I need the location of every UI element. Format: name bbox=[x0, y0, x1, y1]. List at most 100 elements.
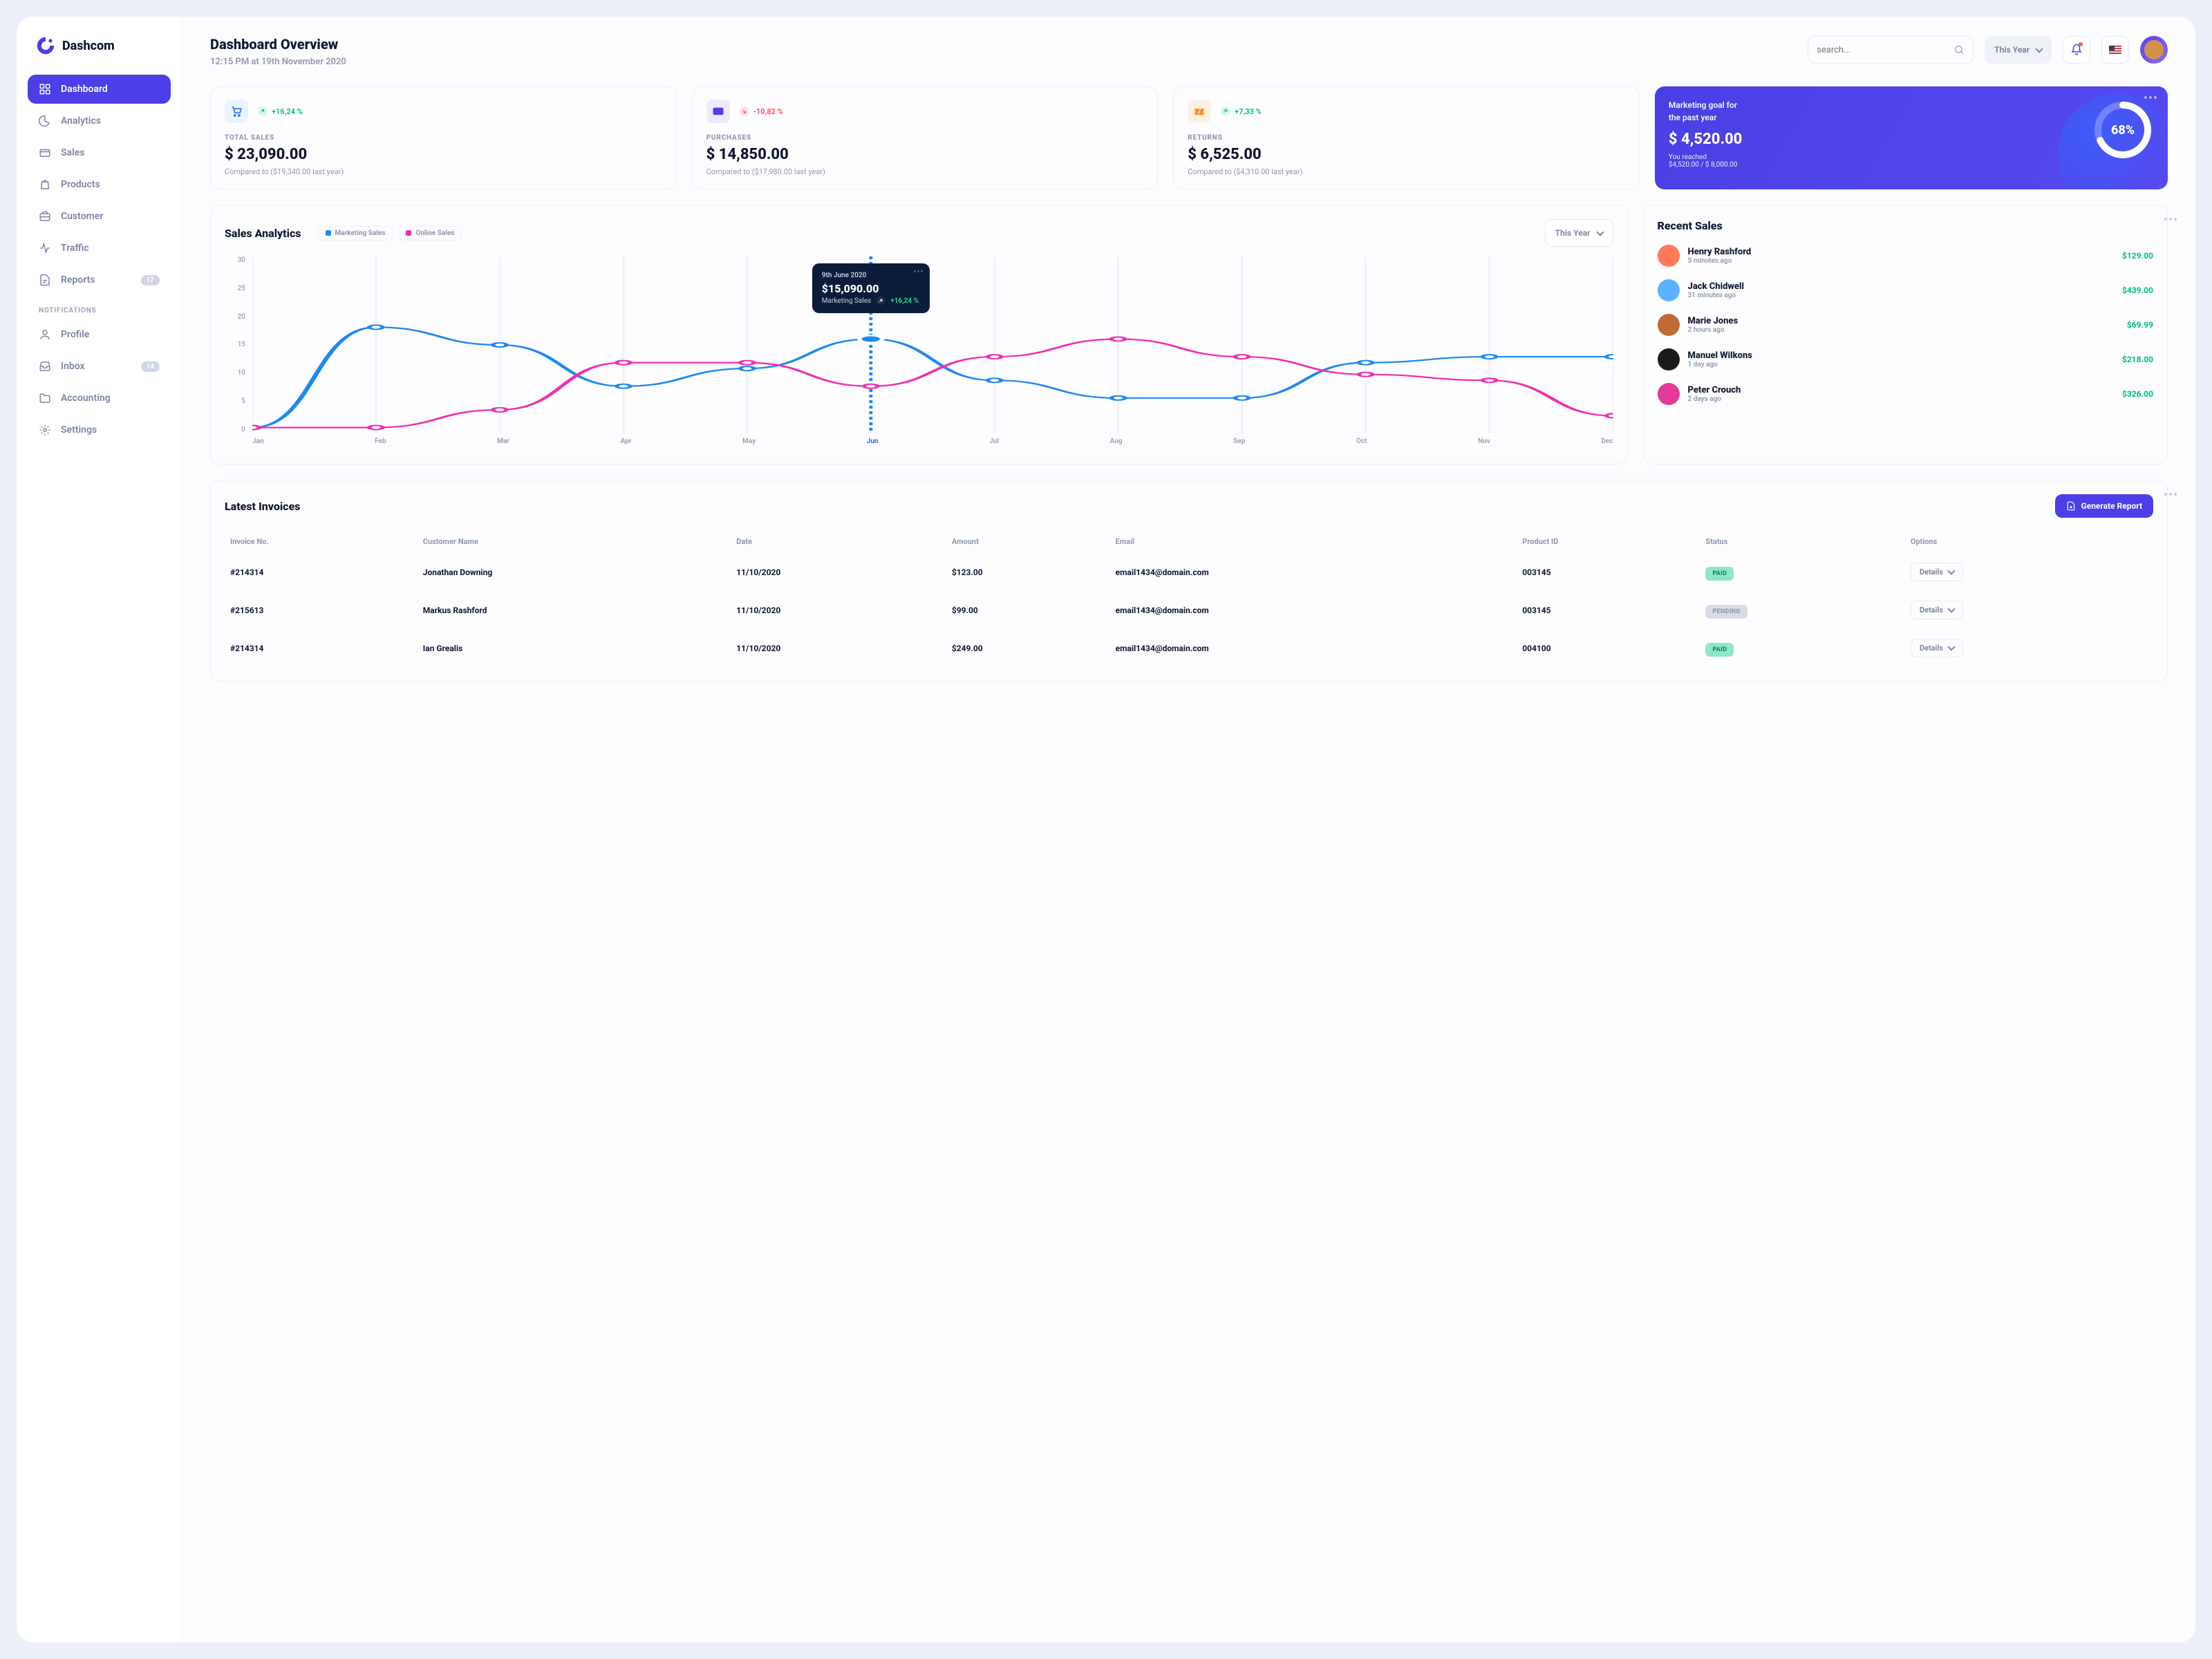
page-subtitle: 12:15 PM at 19th November 2020 bbox=[210, 57, 346, 67]
table-header: Email bbox=[1110, 530, 1517, 553]
generate-report-button[interactable]: Generate Report bbox=[2055, 494, 2153, 518]
sidebar-item-accounting[interactable]: Accounting bbox=[28, 384, 171, 413]
table-header: Customer Name bbox=[418, 530, 731, 553]
stat-compare: Compared to ($19,340.00 last year) bbox=[225, 167, 662, 176]
logo-icon bbox=[36, 36, 55, 55]
brand-logo[interactable]: Dashcom bbox=[28, 36, 171, 75]
table-row: #215613 Markus Rashford 11/10/2020 $99.0… bbox=[225, 591, 2153, 629]
download-icon bbox=[2066, 501, 2076, 511]
customer-name: Ian Grealis bbox=[418, 629, 731, 667]
pie-icon bbox=[39, 115, 51, 127]
invoices-title: Latest Invoices bbox=[225, 500, 300, 513]
more-icon[interactable] bbox=[2164, 493, 2177, 496]
sales-analytics-chart: 302520151050 9th June 2020 $15,090.00 Ma… bbox=[225, 256, 1613, 450]
details-button[interactable]: Details bbox=[1911, 601, 1963, 619]
period-selector[interactable]: This Year bbox=[1985, 36, 2052, 64]
table-header: Product ID bbox=[1517, 530, 1700, 553]
x-tick: Jun bbox=[867, 438, 879, 450]
legend-swatch bbox=[326, 230, 331, 236]
sidebar-item-customer[interactable]: Customer bbox=[28, 202, 171, 231]
file-icon bbox=[39, 274, 51, 286]
search-icon bbox=[1953, 44, 1965, 55]
legend-label: Marketing Sales bbox=[335, 229, 386, 237]
arrow-down-icon bbox=[740, 106, 749, 116]
locale-button[interactable] bbox=[2101, 36, 2129, 64]
sidebar-item-label: Profile bbox=[61, 329, 89, 340]
invoice-email: email1434@domain.com bbox=[1110, 553, 1517, 591]
sidebar-item-settings[interactable]: Settings bbox=[28, 415, 171, 444]
nav-badge: 17 bbox=[141, 275, 160, 285]
sidebar-item-inbox[interactable]: Inbox14 bbox=[28, 352, 171, 381]
search-input[interactable] bbox=[1817, 45, 1953, 55]
chevron-down-icon bbox=[1947, 643, 1955, 650]
sidebar-item-sales[interactable]: Sales bbox=[28, 138, 171, 167]
sidebar-item-label: Settings bbox=[61, 424, 97, 435]
sidebar-item-reports[interactable]: Reports17 bbox=[28, 265, 171, 294]
sidebar-item-label: Inbox bbox=[61, 361, 85, 372]
user-avatar[interactable] bbox=[2140, 36, 2168, 64]
stats-row: +16,24 % TOTAL SALES $ 23,090.00 Compare… bbox=[210, 86, 2168, 189]
avatar bbox=[1658, 314, 1680, 336]
invoice-no: #215613 bbox=[225, 591, 418, 629]
invoices-table: Invoice No.Customer NameDateAmountEmailP… bbox=[225, 530, 2153, 667]
tooltip-date: 9th June 2020 bbox=[822, 272, 920, 279]
product-id: 003145 bbox=[1517, 591, 1700, 629]
avatar bbox=[1658, 279, 1680, 301]
status-badge: PAID bbox=[1705, 643, 1734, 657]
brand-name: Dashcom bbox=[62, 39, 115, 53]
stat-delta: +16,24 % bbox=[258, 106, 303, 116]
sale-amount: $439.00 bbox=[2122, 285, 2153, 295]
x-tick: Nov bbox=[1478, 438, 1490, 450]
invoice-email: email1434@domain.com bbox=[1110, 629, 1517, 667]
sidebar-item-profile[interactable]: Profile bbox=[28, 320, 171, 349]
notification-dot bbox=[2079, 42, 2083, 46]
details-button[interactable]: Details bbox=[1911, 563, 1963, 581]
recent-sale-item[interactable]: Marie Jones2 hours ago $69.99 bbox=[1658, 314, 2153, 336]
tooltip-delta: +16,24 % bbox=[890, 297, 919, 305]
invoice-amount: $99.00 bbox=[946, 591, 1110, 629]
stat-card: +16,24 % TOTAL SALES $ 23,090.00 Compare… bbox=[210, 86, 677, 189]
topbar: Dashboard Overview 12:15 PM at 19th Nove… bbox=[210, 36, 2168, 67]
arrow-up-icon bbox=[258, 106, 268, 116]
more-icon[interactable] bbox=[2164, 218, 2177, 221]
sidebar-item-dashboard[interactable]: Dashboard bbox=[28, 75, 171, 104]
details-button[interactable]: Details bbox=[1911, 639, 1963, 657]
sale-name: Jack Chidwell bbox=[1688, 281, 2114, 292]
chevron-down-icon bbox=[1947, 605, 1955, 612]
sidebar-item-analytics[interactable]: Analytics bbox=[28, 106, 171, 135]
stat-delta: -10,82 % bbox=[740, 106, 783, 116]
invoice-date: 11/10/2020 bbox=[731, 591, 946, 629]
sidebar-item-products[interactable]: Products bbox=[28, 170, 171, 199]
sale-time: 5 minutes ago bbox=[1688, 257, 2114, 265]
notifications-button[interactable] bbox=[2063, 36, 2090, 64]
stat-card: +7,33 % RETURNS $ 6,525.00 Compared to (… bbox=[1173, 86, 1640, 189]
chart-legend-item[interactable]: Marketing Sales bbox=[318, 226, 393, 241]
sidebar-item-label: Analytics bbox=[61, 115, 101, 126]
sidebar-item-traffic[interactable]: Traffic bbox=[28, 234, 171, 263]
x-tick: May bbox=[742, 438, 756, 450]
user-icon bbox=[39, 328, 51, 341]
chart-legend-item[interactable]: Online Sales bbox=[398, 226, 462, 241]
inbox-icon bbox=[39, 360, 51, 373]
sale-time: 1 day ago bbox=[1688, 361, 2114, 368]
recent-sale-item[interactable]: Peter Crouch2 days ago $326.00 bbox=[1658, 383, 2153, 405]
product-id: 004100 bbox=[1517, 629, 1700, 667]
sidebar-item-label: Customer bbox=[61, 211, 103, 222]
recent-sale-item[interactable]: Jack Chidwell31 minutes ago $439.00 bbox=[1658, 279, 2153, 301]
wallet-icon bbox=[39, 147, 51, 159]
sidebar-item-label: Accounting bbox=[61, 393, 111, 404]
x-tick: Jul bbox=[989, 438, 999, 450]
flag-usa-icon bbox=[2109, 46, 2121, 54]
sale-name: Henry Rashford bbox=[1688, 247, 2114, 257]
table-header: Status bbox=[1700, 530, 1904, 553]
chevron-down-icon bbox=[1947, 567, 1955, 574]
recent-sales-title: Recent Sales bbox=[1658, 219, 2153, 232]
recent-sale-item[interactable]: Manuel Wilkons1 day ago $218.00 bbox=[1658, 348, 2153, 371]
sale-amount: $218.00 bbox=[2122, 355, 2153, 364]
search-box[interactable] bbox=[1808, 36, 1974, 64]
chart-period-selector[interactable]: This Year bbox=[1545, 219, 1613, 247]
sales-analytics-card: Sales Analytics Marketing SalesOnline Sa… bbox=[210, 205, 1628, 465]
recent-sale-item[interactable]: Henry Rashford5 minutes ago $129.00 bbox=[1658, 245, 2153, 267]
table-header: Date bbox=[731, 530, 946, 553]
latest-invoices-card: Latest Invoices Generate Report Invoice … bbox=[210, 480, 2168, 682]
